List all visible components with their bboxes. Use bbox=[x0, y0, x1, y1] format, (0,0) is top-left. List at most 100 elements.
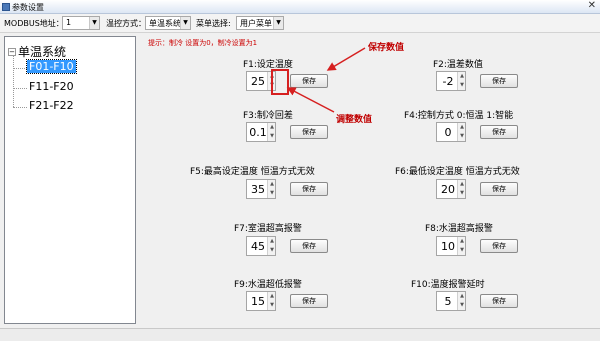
spinbox-value: -2 bbox=[442, 75, 454, 88]
spin-arrows[interactable]: ▲ ▼ bbox=[267, 292, 275, 310]
spinbox-f4[interactable]: 0 ▲ ▼ bbox=[436, 122, 466, 142]
tree-item-f21-f22[interactable]: F21-F22 bbox=[27, 99, 76, 112]
tree-root[interactable]: − 单温系统 bbox=[8, 43, 66, 60]
param-label-f3: F3:制冷回差 bbox=[243, 111, 293, 121]
arrow-down-icon[interactable]: ▼ bbox=[458, 301, 466, 310]
param-label-f7: F7:室温超高报警 bbox=[234, 224, 302, 234]
tree-root-label: 单温系统 bbox=[18, 45, 67, 59]
spin-arrows[interactable]: ▲ ▼ bbox=[457, 237, 465, 255]
window-title: 参数设置 bbox=[12, 3, 44, 12]
arrow-up-icon[interactable]: ▲ bbox=[458, 180, 466, 189]
arrow-down-icon[interactable]: ▼ bbox=[268, 189, 276, 198]
arrow-up-icon[interactable]: ▲ bbox=[458, 292, 466, 301]
hint-text: 提示：制冷 设置为0，制冷设置为1 bbox=[148, 39, 258, 47]
tree-connector bbox=[13, 68, 27, 69]
annotation-save-value: 保存数值 bbox=[368, 43, 405, 53]
arrow-down-icon[interactable]: ▼ bbox=[458, 246, 466, 255]
spinbox-f6[interactable]: 20 ▲ ▼ bbox=[436, 179, 466, 199]
close-icon[interactable]: ✕ bbox=[588, 0, 596, 11]
arrow-down-icon[interactable]: ▼ bbox=[458, 81, 466, 90]
save-button-f9[interactable]: 保存 bbox=[290, 294, 328, 308]
spinbox-f7[interactable]: 45 ▲ ▼ bbox=[246, 236, 276, 256]
arrow-up-icon[interactable]: ▲ bbox=[268, 180, 276, 189]
modbus-address-value: 1 bbox=[66, 18, 72, 27]
spinbox-value: 5 bbox=[444, 295, 452, 308]
chevron-down-icon[interactable]: ▼ bbox=[180, 17, 190, 29]
arrow-down-icon[interactable]: ▼ bbox=[458, 189, 466, 198]
spinbox-value: 0 bbox=[444, 126, 452, 139]
arrow-up-icon[interactable]: ▲ bbox=[268, 292, 276, 301]
collapse-icon[interactable]: − bbox=[8, 48, 16, 56]
save-button-f1[interactable]: 保存 bbox=[290, 74, 328, 88]
arrow-up-icon[interactable]: ▲ bbox=[458, 123, 466, 132]
arrow-to-spin-arrows bbox=[286, 87, 335, 113]
param-label-f5: F5:最高设定温度 恒温方式无效 bbox=[190, 167, 315, 177]
spinbox-value: 45 bbox=[251, 240, 265, 253]
tree-connector bbox=[13, 55, 14, 107]
arrow-up-icon[interactable]: ▲ bbox=[268, 123, 276, 132]
spinbox-f2[interactable]: -2 ▲ ▼ bbox=[436, 71, 466, 91]
save-button-f10[interactable]: 保存 bbox=[480, 294, 518, 308]
menu-select[interactable]: 用户菜单 ▼ bbox=[236, 16, 284, 30]
save-button-f3[interactable]: 保存 bbox=[290, 125, 328, 139]
app-icon bbox=[2, 3, 10, 11]
param-label-f6: F6:最低设定温度 恒温方式无效 bbox=[395, 167, 520, 177]
chevron-down-icon[interactable]: ▼ bbox=[273, 17, 283, 29]
spinbox-value: 20 bbox=[441, 183, 455, 196]
temp-mode-select[interactable]: 单温系统 ▼ bbox=[145, 16, 191, 30]
spin-arrows[interactable]: ▲ ▼ bbox=[457, 123, 465, 141]
spinbox-value: 35 bbox=[251, 183, 265, 196]
parameter-tree[interactable]: − 单温系统 F01-F10 F11-F20 F21-F22 bbox=[4, 36, 136, 324]
save-button-f5[interactable]: 保存 bbox=[290, 182, 328, 196]
highlight-box bbox=[271, 69, 289, 95]
temp-mode-value: 单温系统 bbox=[149, 19, 181, 28]
spin-arrows[interactable]: ▲ ▼ bbox=[267, 237, 275, 255]
spinbox-value: 25 bbox=[251, 75, 265, 88]
spin-arrows[interactable]: ▲ ▼ bbox=[267, 123, 275, 141]
param-label-f10: F10:温度报警延时 bbox=[411, 280, 485, 290]
param-label-f8: F8:水温超高报警 bbox=[425, 224, 493, 234]
tree-item-f11-f20[interactable]: F11-F20 bbox=[27, 80, 76, 93]
save-button-f7[interactable]: 保存 bbox=[290, 239, 328, 253]
tree-connector bbox=[13, 88, 27, 89]
arrow-up-icon[interactable]: ▲ bbox=[268, 237, 276, 246]
menu-select-label: 菜单选择: bbox=[196, 19, 231, 28]
spinbox-f3[interactable]: 0.1 ▲ ▼ bbox=[246, 122, 276, 142]
annotation-adjust-value: 调整数值 bbox=[336, 115, 373, 125]
title-bar: 参数设置 ✕ bbox=[0, 0, 600, 14]
spinbox-f10[interactable]: 5 ▲ ▼ bbox=[436, 291, 466, 311]
modbus-address-select[interactable]: 1 ▼ bbox=[62, 16, 100, 30]
param-label-f2: F2:温差数值 bbox=[433, 60, 483, 70]
save-button-f2[interactable]: 保存 bbox=[480, 74, 518, 88]
spin-arrows[interactable]: ▲ ▼ bbox=[267, 180, 275, 198]
modbus-address-label: MODBUS地址： bbox=[4, 19, 64, 28]
temp-mode-label: 温控方式： bbox=[106, 19, 146, 28]
param-label-f9: F9:水温超低报警 bbox=[234, 280, 302, 290]
arrow-up-icon[interactable]: ▲ bbox=[458, 237, 466, 246]
spinbox-f8[interactable]: 10 ▲ ▼ bbox=[436, 236, 466, 256]
arrow-down-icon[interactable]: ▼ bbox=[458, 132, 466, 141]
spinbox-value: 15 bbox=[251, 295, 265, 308]
spinbox-f9[interactable]: 15 ▲ ▼ bbox=[246, 291, 276, 311]
arrow-down-icon[interactable]: ▼ bbox=[268, 246, 276, 255]
arrow-up-icon[interactable]: ▲ bbox=[458, 72, 466, 81]
arrow-to-save-button bbox=[326, 47, 366, 71]
spinbox-f5[interactable]: 35 ▲ ▼ bbox=[246, 179, 276, 199]
save-button-f4[interactable]: 保存 bbox=[480, 125, 518, 139]
chevron-down-icon[interactable]: ▼ bbox=[89, 17, 99, 29]
spin-arrows[interactable]: ▲ ▼ bbox=[457, 292, 465, 310]
spin-arrows[interactable]: ▲ ▼ bbox=[457, 72, 465, 90]
save-button-f6[interactable]: 保存 bbox=[480, 182, 518, 196]
tree-item-f01-f10[interactable]: F01-F10 bbox=[26, 59, 77, 74]
tree-connector bbox=[13, 107, 27, 108]
param-label-f4: F4:控制方式 0:恒温 1:智能 bbox=[404, 111, 514, 121]
spin-arrows[interactable]: ▲ ▼ bbox=[457, 180, 465, 198]
spinbox-value: 0.1 bbox=[249, 126, 267, 139]
arrow-down-icon[interactable]: ▼ bbox=[268, 301, 276, 310]
arrow-down-icon[interactable]: ▼ bbox=[268, 132, 276, 141]
status-bar bbox=[0, 328, 600, 341]
menu-select-value: 用户菜单 bbox=[240, 19, 272, 28]
toolbar: MODBUS地址： 1 ▼ 温控方式： 单温系统 ▼ 菜单选择: 用户菜单 ▼ bbox=[0, 14, 600, 33]
save-button-f8[interactable]: 保存 bbox=[480, 239, 518, 253]
spinbox-value: 10 bbox=[441, 240, 455, 253]
